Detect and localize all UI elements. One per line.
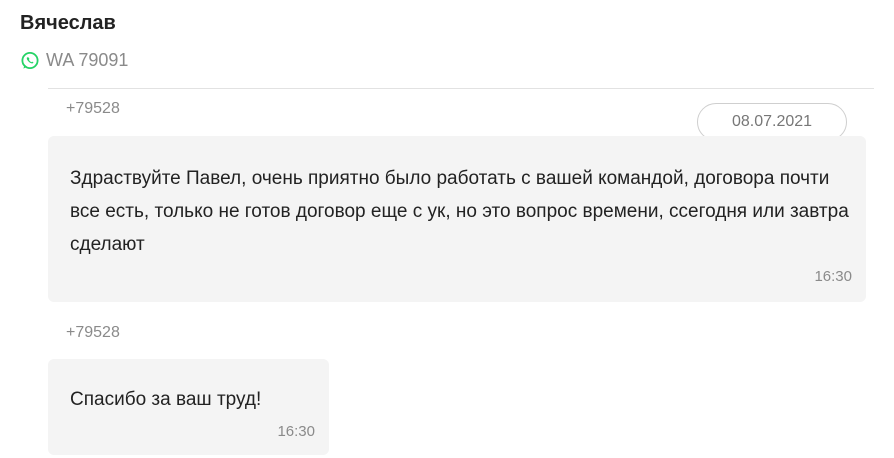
message-sender: +79528 — [66, 100, 120, 117]
contact-name: Вячеслав — [20, 12, 116, 34]
message-text: Спасибо за ваш труд! — [70, 389, 262, 410]
header-divider — [48, 88, 874, 89]
message-time: 16:30 — [814, 268, 852, 285]
whatsapp-icon — [20, 51, 40, 71]
channel-label: WA 79091 — [46, 50, 129, 70]
channel-row: WA 79091 — [20, 50, 128, 71]
chat-view: Вячеслав WA 79091 +79528 08.07.2021 Здра… — [0, 0, 894, 458]
message-text: Здраствуйте Павел, очень приятно было ра… — [70, 168, 849, 255]
message-time: 16:30 — [277, 423, 315, 440]
message-sender: +79528 — [66, 324, 120, 341]
message-bubble[interactable]: Спасибо за ваш труд! 16:30 — [48, 359, 329, 455]
message-bubble[interactable]: Здраствуйте Павел, очень приятно было ра… — [48, 136, 866, 302]
